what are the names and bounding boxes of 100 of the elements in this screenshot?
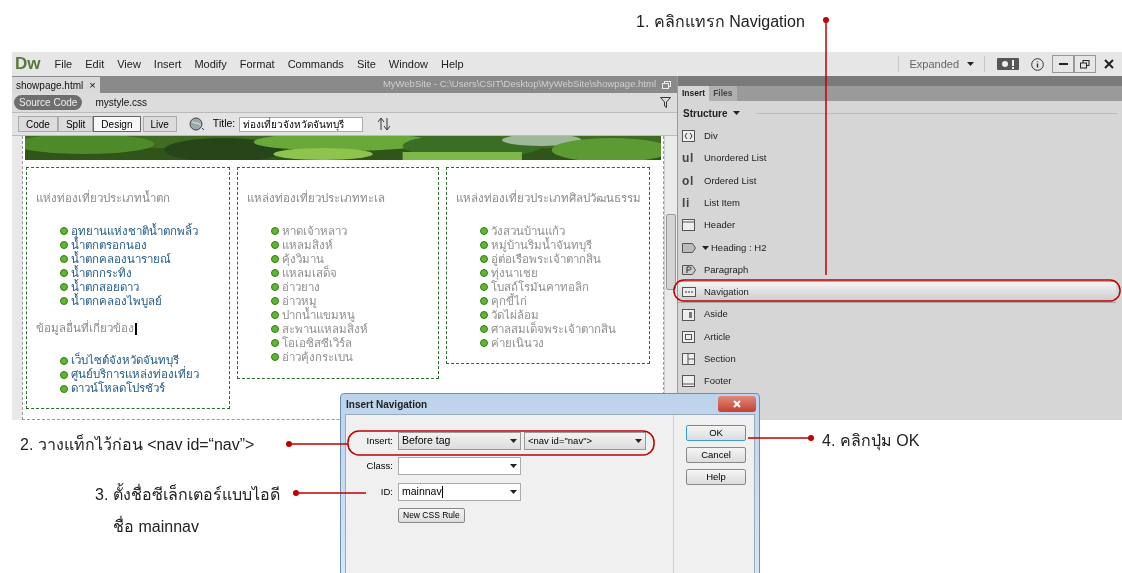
- file-path: MyWebSite - C:\Users\CSIT\Desktop\MyWebSite\showpage.html: [382, 77, 656, 92]
- dialog-button[interactable]: Help: [686, 469, 746, 485]
- header-icon: [682, 219, 695, 232]
- workspace-switcher[interactable]: Expanded: [898, 55, 985, 73]
- bullet-icon: [271, 297, 279, 306]
- insert-item[interactable]: ol Ordered List: [678, 169, 1122, 192]
- id-label: ID:: [379, 484, 394, 499]
- list-tag-icon: li: [682, 197, 696, 210]
- view-button[interactable]: Code: [18, 116, 58, 132]
- dialog-button[interactable]: Cancel: [686, 447, 746, 463]
- new-css-rule-button[interactable]: New CSS Rule: [398, 508, 465, 523]
- code-brackets-icon: [682, 130, 695, 143]
- insert-item[interactable]: li List Item: [678, 191, 1122, 215]
- menu-item[interactable]: View: [117, 55, 141, 73]
- insert-item[interactable]: Navigation: [678, 281, 1116, 304]
- insert-item[interactable]: Header: [678, 214, 1122, 237]
- panel-tab[interactable]: Files: [709, 86, 737, 101]
- bullet-icon: [60, 269, 68, 278]
- scrollbar-thumb[interactable]: [666, 214, 676, 290]
- callout-text: 4. คลิกปุ่ม OK: [822, 431, 920, 453]
- insert-item[interactable]: Paragraph: [678, 258, 1122, 282]
- title-label: Title:: [212, 116, 236, 132]
- paragraph-tag-icon: [682, 264, 696, 275]
- bullet-icon: [60, 283, 68, 292]
- tag-dropdown[interactable]: <nav id="nav">: [524, 432, 646, 450]
- leader-line: [747, 435, 814, 441]
- position-dropdown[interactable]: Before tag: [398, 432, 521, 450]
- insert-item[interactable]: Heading : H2: [678, 236, 1122, 259]
- menu-item[interactable]: Window: [388, 55, 428, 73]
- list-item-text: แหลมสิงห์: [282, 237, 333, 253]
- view-button[interactable]: Live: [142, 116, 177, 132]
- filter-icon[interactable]: [660, 97, 671, 108]
- page-link[interactable]: น้ำตกคลองไพบูลย์: [71, 292, 162, 310]
- list-item-text: หมู่บ้านริมน้ำจันทบุรี: [491, 236, 592, 253]
- extensions-icon[interactable]: [997, 58, 1019, 70]
- bullet-icon: [480, 325, 488, 334]
- bullet-icon: [480, 269, 488, 278]
- document-tab[interactable]: showpage.html ×: [12, 77, 100, 93]
- related-file-tab[interactable]: mystyle.css: [90, 95, 153, 110]
- callout-text: ชื่อ mainnav: [113, 515, 199, 537]
- info-icon[interactable]: [1031, 57, 1044, 71]
- bullet-icon: [271, 283, 279, 292]
- tab-close-button[interactable]: ×: [89, 76, 96, 94]
- list-item-text: อ่าวหมู: [282, 293, 317, 308]
- insert-item[interactable]: ul Unordered List: [678, 147, 1122, 170]
- section-heading: ข้อมูลอื่นที่เกี่ยวข้อง: [36, 320, 220, 338]
- restore-icon[interactable]: [662, 80, 671, 89]
- list-item-text: ทุ่งนาเชย: [491, 266, 538, 281]
- bullet-icon: [271, 269, 279, 278]
- dialog-button[interactable]: OK: [686, 425, 746, 441]
- list-tag-icon: ul: [682, 152, 696, 165]
- close-icon: [1104, 59, 1114, 69]
- insert-item[interactable]: Article: [678, 325, 1122, 348]
- insert-item[interactable]: Aside: [678, 303, 1122, 326]
- caret-icon: [510, 464, 517, 468]
- list-item-text: ศาลสมเด็จพระเจ้าตากสิน: [491, 320, 616, 337]
- menu-item[interactable]: Help: [440, 55, 464, 73]
- menu-item[interactable]: Format: [239, 55, 275, 73]
- bullet-icon: [480, 311, 488, 320]
- list-item-text: คุกขี้ไก่: [491, 292, 527, 308]
- menu-item[interactable]: Insert: [153, 55, 182, 73]
- menu-item[interactable]: File: [54, 55, 73, 73]
- leader-line: [286, 441, 349, 447]
- bullet-icon: [480, 297, 488, 306]
- bullet-icon: [271, 325, 279, 334]
- menu-item[interactable]: Site: [356, 55, 376, 73]
- class-label: Class:: [365, 458, 394, 473]
- insert-item[interactable]: Div: [678, 125, 1122, 148]
- title-field[interactable]: ท่องเที่ยวจังหวัดจันทบุรี: [239, 116, 364, 132]
- id-field[interactable]: mainnav: [398, 483, 521, 501]
- bullet-icon: [480, 241, 488, 250]
- list-item-text: โบสถ์โรมันคาทอลิก: [491, 279, 589, 293]
- panel-tab[interactable]: Insert: [678, 86, 710, 101]
- related-file-tab[interactable]: Source Code: [14, 95, 83, 110]
- menu-item[interactable]: Modify: [194, 55, 227, 73]
- bullet-icon: [480, 227, 488, 236]
- menu-item[interactable]: Edit: [85, 55, 105, 73]
- callout-text: 1. คลิกแทรก Navigation: [636, 12, 805, 32]
- minimize-button[interactable]: [1052, 55, 1074, 73]
- class-field[interactable]: [398, 457, 521, 475]
- restore-icon: [1080, 59, 1090, 69]
- insert-item[interactable]: Footer: [678, 370, 1122, 393]
- bullet-icon: [271, 353, 279, 362]
- bullet-icon: [60, 227, 68, 236]
- view-button[interactable]: Design: [93, 116, 141, 132]
- section-heading: แห่งท่องเที่ยวประเภทน้ำตก: [36, 190, 171, 206]
- list-item-text: อ่าวยาง: [282, 279, 320, 295]
- category-dropdown[interactable]: Structure: [683, 105, 741, 121]
- bullet-icon: [60, 370, 68, 379]
- view-button[interactable]: Split: [57, 116, 94, 132]
- list-item-text: วังสวนบ้านแก้ว: [491, 223, 565, 237]
- bullet-icon: [480, 255, 488, 264]
- insert-item[interactable]: Section: [678, 347, 1122, 371]
- caret-icon: [510, 490, 517, 494]
- menu-item[interactable]: Commands: [287, 55, 344, 73]
- bullet-icon: [271, 311, 279, 320]
- bullet-icon: [271, 339, 279, 348]
- bullet-icon: [480, 283, 488, 292]
- restore-button[interactable]: [1074, 55, 1096, 73]
- globe-icon[interactable]: [188, 117, 205, 131]
